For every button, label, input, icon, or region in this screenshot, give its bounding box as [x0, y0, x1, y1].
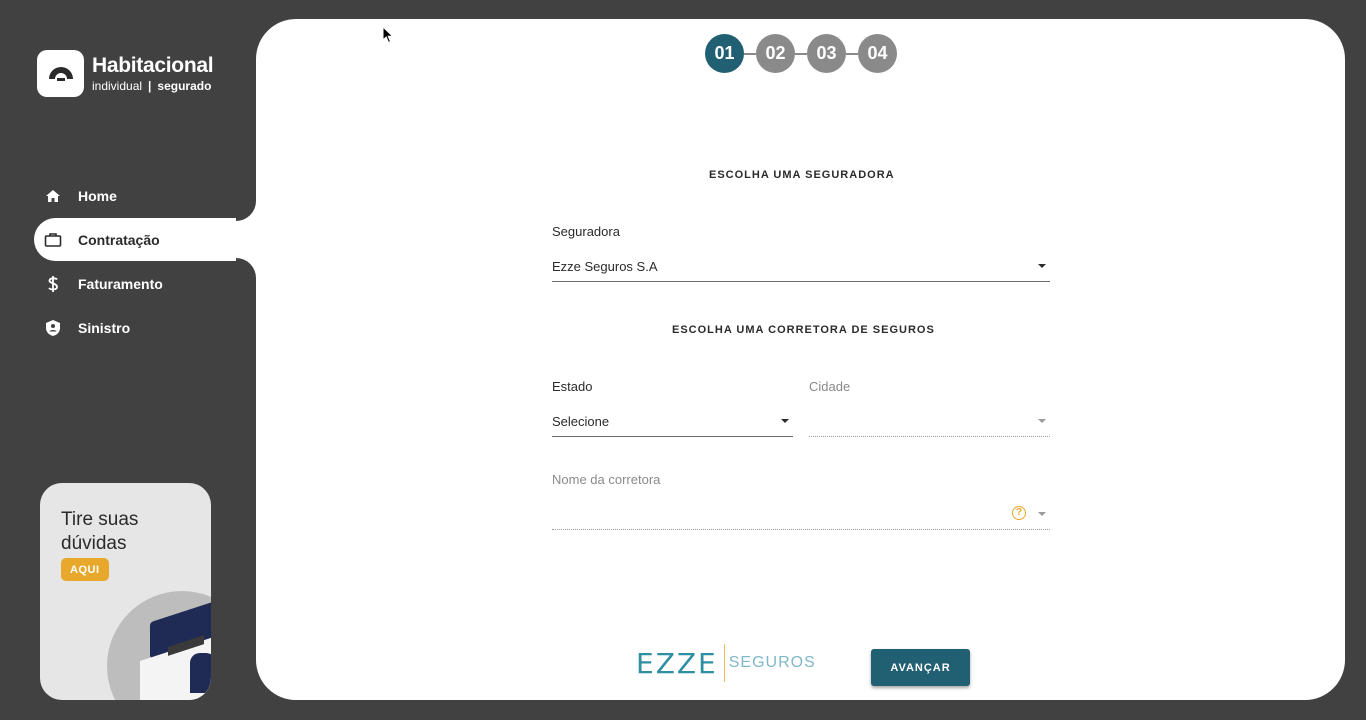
- sidebar-item-label: Sinistro: [78, 319, 131, 336]
- subtitle-sep: |: [148, 78, 152, 93]
- app-logo[interactable]: Habitacional individual | segurado: [37, 50, 214, 97]
- step-connector: [744, 52, 756, 55]
- help-card[interactable]: Tire suas dúvidas AQUI: [40, 483, 211, 700]
- sidebar-item-contratacao[interactable]: Contratação: [34, 218, 256, 261]
- subtitle-left: individual: [92, 78, 143, 93]
- state-select-value: Selecione: [552, 414, 610, 429]
- ezze-logo-sub: SEGUROS: [728, 654, 816, 671]
- ezze-logo-main: EZZE: [636, 646, 718, 680]
- chevron-down-icon: [1038, 419, 1046, 423]
- step-4[interactable]: 04: [858, 34, 897, 73]
- step-2[interactable]: 02: [756, 34, 795, 73]
- help-illustration-person: [190, 653, 211, 693]
- mouse-cursor-icon: [382, 26, 394, 44]
- broker-name-label: Nome da corretora: [552, 472, 661, 487]
- chevron-down-icon: [781, 419, 789, 423]
- app-title: Habitacional: [92, 53, 214, 77]
- stepper: 01 02 03 04: [705, 34, 897, 73]
- sidebar-item-label: Faturamento: [78, 275, 163, 292]
- sidebar-item-faturamento[interactable]: Faturamento: [34, 262, 256, 305]
- state-select[interactable]: Selecione: [552, 407, 793, 437]
- ezze-seguros-logo: EZZE SEGUROS: [636, 644, 816, 682]
- city-select[interactable]: [809, 407, 1050, 437]
- logo-mark: [37, 50, 84, 97]
- next-button[interactable]: AVANÇAR: [871, 649, 970, 686]
- city-label: Cidade: [809, 379, 851, 394]
- briefcase-icon: [43, 230, 63, 250]
- step-1[interactable]: 01: [705, 34, 744, 73]
- state-label: Estado: [552, 379, 593, 394]
- step-connector: [846, 52, 858, 55]
- dollar-icon: [43, 274, 63, 294]
- ezze-logo-divider: [723, 644, 725, 682]
- chevron-down-icon: [1038, 512, 1046, 516]
- app-subtitle: individual | segurado: [92, 78, 213, 94]
- insurer-section-title: ESCOLHA UMA SEGURADORA: [709, 169, 895, 181]
- chevron-down-icon: [1038, 264, 1046, 268]
- step-connector: [795, 52, 807, 55]
- sidebar-item-label: Home: [78, 187, 117, 204]
- insurer-label: Seguradora: [552, 224, 620, 239]
- sidebar-nav: Home Contratação Faturamento Sinistro: [34, 174, 256, 350]
- main-panel: 01 02 03 04 ESCOLHA UMA SEGURADORA Segur…: [256, 19, 1345, 700]
- help-card-title: Tire suas dúvidas: [61, 509, 139, 554]
- sidebar-item-sinistro[interactable]: Sinistro: [34, 306, 256, 349]
- sidebar-item-label: Contratação: [78, 231, 160, 248]
- sidebar-item-home[interactable]: Home: [34, 174, 256, 217]
- step-3[interactable]: 03: [807, 34, 846, 73]
- shield-icon: [43, 318, 63, 338]
- insurer-select[interactable]: Ezze Seguros S.A: [552, 252, 1050, 282]
- home-icon: [43, 186, 63, 206]
- broker-name-select[interactable]: ?: [552, 500, 1050, 530]
- broker-section-title: ESCOLHA UMA CORRETORA DE SEGUROS: [672, 324, 935, 336]
- umbrella-icon: [48, 66, 73, 81]
- insurer-select-value: Ezze Seguros S.A: [552, 259, 658, 274]
- help-question-icon[interactable]: ?: [1012, 506, 1026, 520]
- subtitle-right: segurado: [157, 78, 212, 93]
- help-card-badge[interactable]: AQUI: [61, 558, 109, 581]
